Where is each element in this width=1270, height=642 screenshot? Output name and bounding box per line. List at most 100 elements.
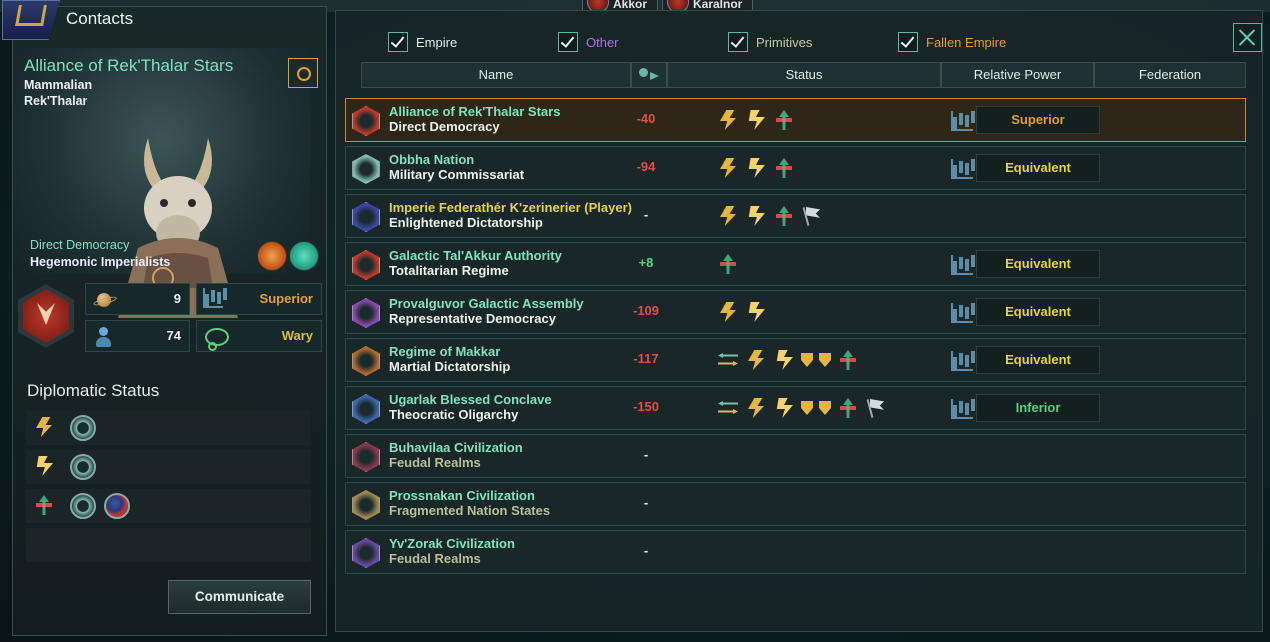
empire-emblem-icon bbox=[352, 442, 380, 472]
diplomatic-status-row bbox=[26, 450, 311, 484]
closed-borders-icon[interactable] bbox=[836, 348, 860, 372]
filter-empire[interactable]: Empire bbox=[388, 32, 457, 54]
rivalry-icon[interactable] bbox=[716, 300, 740, 324]
filter-other[interactable]: Other bbox=[558, 32, 619, 54]
trade-agreement-icon[interactable] bbox=[716, 396, 740, 420]
contact-government: Enlightened Dictatorship bbox=[389, 215, 543, 230]
closed-borders-icon[interactable] bbox=[772, 204, 796, 228]
close-icon[interactable] bbox=[1233, 23, 1262, 52]
opinion-value: -94 bbox=[636, 159, 656, 174]
empire-emblem-icon[interactable] bbox=[70, 415, 96, 441]
status-icons bbox=[716, 107, 796, 133]
defensive-pact-icon[interactable] bbox=[800, 348, 814, 372]
contact-name: Regime of Makkar bbox=[389, 344, 501, 359]
column-header-relative-power[interactable]: Relative Power bbox=[941, 62, 1094, 88]
column-header-federation[interactable]: Federation bbox=[1094, 62, 1246, 88]
filter-label: Primitives bbox=[756, 35, 813, 50]
contact-name: Obbha Nation bbox=[389, 152, 475, 167]
empire-name: Alliance of Rek'Thalar Stars bbox=[24, 56, 234, 75]
war-claim-icon[interactable] bbox=[744, 108, 768, 132]
truce-flag-icon[interactable] bbox=[800, 204, 824, 228]
contact-name: Galactic Tal'Akkur Authority bbox=[389, 248, 562, 263]
contact-name: Buhavilaa Civilization bbox=[389, 440, 523, 455]
defensive-pact-icon[interactable] bbox=[818, 348, 832, 372]
relative-power-stat: Superior bbox=[196, 283, 322, 315]
filter-label: Empire bbox=[416, 35, 458, 50]
empire-emblem-icon bbox=[352, 106, 380, 136]
locate-empire-button[interactable] bbox=[288, 58, 318, 88]
civic-icon[interactable] bbox=[289, 241, 319, 271]
empire-emblem-icon[interactable] bbox=[70, 493, 96, 519]
opinion-value: -109 bbox=[632, 303, 660, 318]
attitude-value: Wary bbox=[281, 328, 313, 343]
war-claim-icon[interactable] bbox=[772, 396, 796, 420]
contact-row[interactable]: Galactic Tal'Akkur Authority Totalitarian… bbox=[345, 242, 1246, 286]
civic-icon[interactable] bbox=[257, 241, 287, 271]
rivalry-icon[interactable] bbox=[32, 415, 58, 441]
defensive-pact-icon[interactable] bbox=[800, 396, 814, 420]
empire-emblem-icon[interactable] bbox=[104, 493, 130, 519]
defensive-pact-icon[interactable] bbox=[818, 396, 832, 420]
checkbox-checked-icon[interactable] bbox=[898, 32, 918, 52]
panel-title: Contacts bbox=[66, 9, 134, 28]
war-claim-icon[interactable] bbox=[772, 348, 796, 372]
truce-flag-icon[interactable] bbox=[864, 396, 888, 420]
war-claim-icon[interactable] bbox=[744, 156, 768, 180]
government-type: Direct Democracy bbox=[30, 238, 130, 252]
contact-row[interactable]: Prossnakan Civilization Fragmented Nation… bbox=[345, 482, 1246, 526]
column-header-opinion[interactable] bbox=[631, 62, 667, 88]
war-claim-icon[interactable] bbox=[744, 300, 768, 324]
contact-name: Ugarlak Blessed Conclave bbox=[389, 392, 552, 407]
contact-name: Alliance of Rek'Thalar Stars bbox=[389, 104, 561, 119]
power-bars-icon bbox=[951, 351, 973, 371]
checkbox-checked-icon[interactable] bbox=[728, 32, 748, 52]
power-bars-icon bbox=[203, 288, 223, 308]
power-bars-icon bbox=[951, 111, 973, 131]
contact-government: Direct Democracy bbox=[389, 119, 500, 134]
ethics-label: Hegemonic Imperialists bbox=[30, 255, 171, 269]
checkbox-checked-icon[interactable] bbox=[388, 32, 408, 52]
status-icons bbox=[716, 203, 824, 229]
rivalry-icon[interactable] bbox=[716, 204, 740, 228]
status-icons bbox=[716, 347, 860, 373]
closed-borders-icon[interactable] bbox=[772, 108, 796, 132]
contact-government: Totalitarian Regime bbox=[389, 263, 509, 278]
trade-agreement-icon[interactable] bbox=[716, 348, 740, 372]
closed-borders-icon[interactable] bbox=[32, 493, 58, 519]
contact-government: Theocratic Oligarchy bbox=[389, 407, 519, 422]
empire-emblem-icon[interactable] bbox=[70, 454, 96, 480]
contact-row[interactable]: Alliance of Rek'Thalar Stars Direct Democ… bbox=[345, 98, 1246, 142]
rivalry-icon[interactable] bbox=[744, 396, 768, 420]
empire-emblem-icon bbox=[352, 154, 380, 184]
contact-row[interactable]: Buhavilaa Civilization Feudal Realms - bbox=[345, 434, 1246, 478]
closed-borders-icon[interactable] bbox=[716, 252, 740, 276]
rivalry-icon[interactable] bbox=[716, 108, 740, 132]
empire-emblem-icon bbox=[352, 250, 380, 280]
communicate-button[interactable]: Communicate bbox=[168, 580, 311, 614]
empire-emblem-icon bbox=[352, 394, 380, 424]
closed-borders-icon[interactable] bbox=[772, 156, 796, 180]
contact-row[interactable]: Obbha Nation Military Commissariat -94 Equi… bbox=[345, 146, 1246, 190]
rivalry-icon[interactable] bbox=[716, 156, 740, 180]
power-bars-icon bbox=[951, 159, 973, 179]
filter-primitives[interactable]: Primitives bbox=[728, 32, 812, 54]
contact-row[interactable]: Regime of Makkar Martial Dictatorship -117… bbox=[345, 338, 1246, 382]
contact-row[interactable]: Yv'Zorak Civilization Feudal Realms - bbox=[345, 530, 1246, 574]
relative-power-value: Inferior bbox=[976, 394, 1100, 422]
rivalry-icon[interactable] bbox=[744, 348, 768, 372]
closed-borders-icon[interactable] bbox=[836, 396, 860, 420]
column-header-name[interactable]: Name bbox=[361, 62, 631, 88]
relative-power-value: Equivalent bbox=[976, 154, 1100, 182]
checkbox-checked-icon[interactable] bbox=[558, 32, 578, 52]
contact-government: Military Commissariat bbox=[389, 167, 525, 182]
war-claim-icon[interactable] bbox=[32, 454, 58, 480]
contact-row[interactable]: Provalguvor Galactic Assembly Representat… bbox=[345, 290, 1246, 334]
status-icons bbox=[716, 251, 740, 277]
contact-row[interactable]: Ugarlak Blessed Conclave Theocratic Oliga… bbox=[345, 386, 1246, 430]
power-bars-icon bbox=[951, 303, 973, 323]
contact-row[interactable]: Imperie Federathér K'zerinerier (Player)… bbox=[345, 194, 1246, 238]
relative-power-value: Equivalent bbox=[976, 346, 1100, 374]
filter-fallen-empire[interactable]: Fallen Empire bbox=[898, 32, 1006, 54]
column-header-status[interactable]: Status bbox=[667, 62, 941, 88]
war-claim-icon[interactable] bbox=[744, 204, 768, 228]
